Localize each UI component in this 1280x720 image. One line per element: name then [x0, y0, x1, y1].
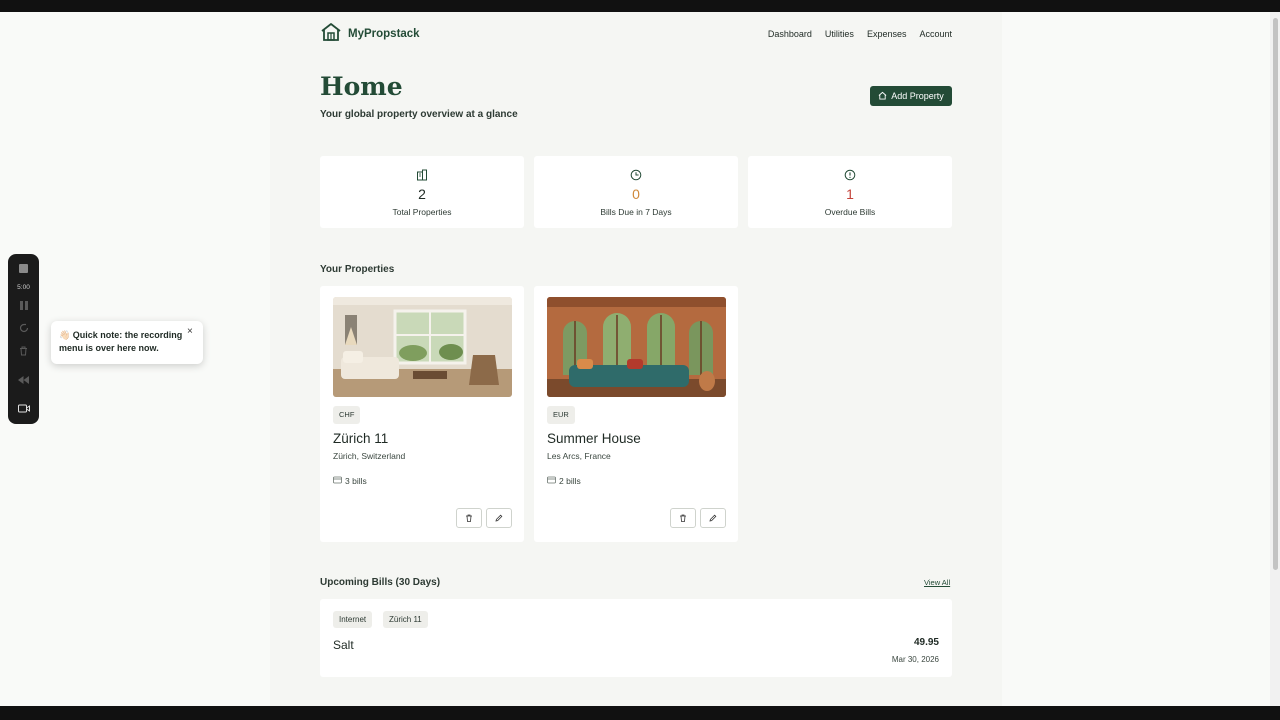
stop-icon — [19, 260, 28, 278]
stop-recording-button[interactable] — [8, 262, 39, 276]
top-nav: MyPropstack Dashboard Utilities Expenses… — [320, 22, 952, 46]
building-icon — [416, 168, 428, 186]
pause-recording-button[interactable] — [8, 300, 39, 312]
add-property-label: Add Property — [891, 91, 944, 101]
bill-due-date: Mar 30, 2026 — [891, 655, 939, 664]
delete-recording-button[interactable] — [8, 346, 39, 358]
stat-total-properties: 2 Total Properties — [320, 156, 524, 228]
bills-count: 2 bills — [559, 476, 581, 486]
currency-chip: EUR — [547, 406, 575, 424]
stat-bills-due: 0 Bills Due in 7 Days — [534, 156, 738, 228]
nav-account[interactable]: Account — [919, 29, 952, 39]
nav-utilities[interactable]: Utilities — [825, 29, 854, 39]
delete-property-button[interactable] — [670, 508, 696, 528]
view-all-link[interactable]: View All — [924, 578, 950, 587]
add-property-button[interactable]: Add Property — [870, 86, 952, 106]
pencil-icon — [495, 509, 503, 527]
bill-row[interactable]: Internet Zürich 11 Salt 49.95 Mar 30, 20… — [320, 599, 952, 677]
stat-value: 1 — [846, 186, 854, 202]
rewind-icon — [18, 371, 29, 389]
property-location: Les Arcs, France — [547, 451, 611, 461]
scrollbar-thumb[interactable] — [1273, 18, 1278, 570]
page-subtitle: Your global property overview at a glanc… — [320, 109, 518, 120]
recording-timer: 5:00 — [8, 282, 39, 292]
property-card-summer-house[interactable]: EUR Summer House Les Arcs, France 2 bill… — [534, 286, 738, 542]
delete-property-button[interactable] — [456, 508, 482, 528]
bill-property-tag: Zürich 11 — [383, 611, 428, 628]
stat-value: 0 — [632, 186, 640, 202]
currency-chip: CHF — [333, 406, 361, 424]
recording-time: 5:00 — [17, 283, 30, 291]
nav-expenses[interactable]: Expenses — [867, 29, 907, 39]
restart-recording-button[interactable] — [8, 323, 39, 335]
tooltip-message: 👋🏻 Quick note: the recording menu is ove… — [59, 330, 183, 353]
edit-property-button[interactable] — [486, 508, 512, 528]
video-camera-icon — [17, 400, 30, 418]
brand[interactable]: MyPropstack — [320, 21, 420, 48]
stat-label: Bills Due in 7 Days — [600, 207, 672, 217]
house-logo-icon — [320, 21, 342, 48]
pause-icon — [19, 297, 28, 315]
clock-icon — [630, 168, 642, 186]
bill-category-tag: Internet — [333, 611, 373, 628]
bill-vendor: Salt — [333, 638, 354, 652]
upcoming-bills-title: Upcoming Bills (30 Days) — [320, 577, 441, 588]
property-bills: 2 bills — [547, 476, 581, 486]
property-location: Zürich, Switzerland — [333, 451, 406, 461]
stat-label: Overdue Bills — [824, 207, 876, 217]
letterbox-bottom — [0, 706, 1280, 720]
recording-menu-tooltip: 👋🏻 Quick note: the recording menu is ove… — [51, 321, 203, 364]
rewind-button[interactable] — [8, 374, 39, 386]
property-name: Zürich 11 — [333, 431, 389, 446]
restart-icon — [19, 320, 29, 338]
close-tooltip-button[interactable]: × — [187, 326, 193, 337]
property-card-zurich[interactable]: CHF Zürich 11 Zürich, Switzerland 3 bill… — [320, 286, 524, 542]
receipt-icon — [333, 476, 342, 486]
property-photo — [547, 297, 726, 397]
stat-overdue-bills: 1 Overdue Bills — [748, 156, 952, 228]
home-icon — [878, 91, 887, 102]
brand-name: MyPropstack — [348, 28, 420, 40]
property-bills: 3 bills — [333, 476, 367, 486]
recording-toolbar: 5:00 — [8, 254, 39, 424]
stat-label: Total Properties — [392, 207, 452, 217]
pencil-icon — [709, 509, 717, 527]
edit-property-button[interactable] — [700, 508, 726, 528]
trash-icon — [679, 509, 687, 527]
nav-dashboard[interactable]: Dashboard — [768, 29, 812, 39]
camera-toggle-button[interactable] — [8, 402, 39, 416]
stat-value: 2 — [418, 186, 426, 202]
property-photo — [333, 297, 512, 397]
trash-icon — [19, 343, 28, 361]
letterbox-top — [0, 0, 1280, 12]
nav-menu: Dashboard Utilities Expenses Account — [768, 29, 952, 39]
bill-amount: 49.95 — [913, 637, 939, 648]
trash-icon — [465, 509, 473, 527]
page-title: Home — [320, 72, 403, 101]
alert-circle-icon — [844, 168, 856, 186]
property-name: Summer House — [547, 431, 641, 446]
properties-section-title: Your Properties — [320, 264, 395, 275]
bills-count: 3 bills — [345, 476, 367, 486]
app-page: MyPropstack Dashboard Utilities Expenses… — [270, 12, 1002, 706]
receipt-icon — [547, 476, 556, 486]
